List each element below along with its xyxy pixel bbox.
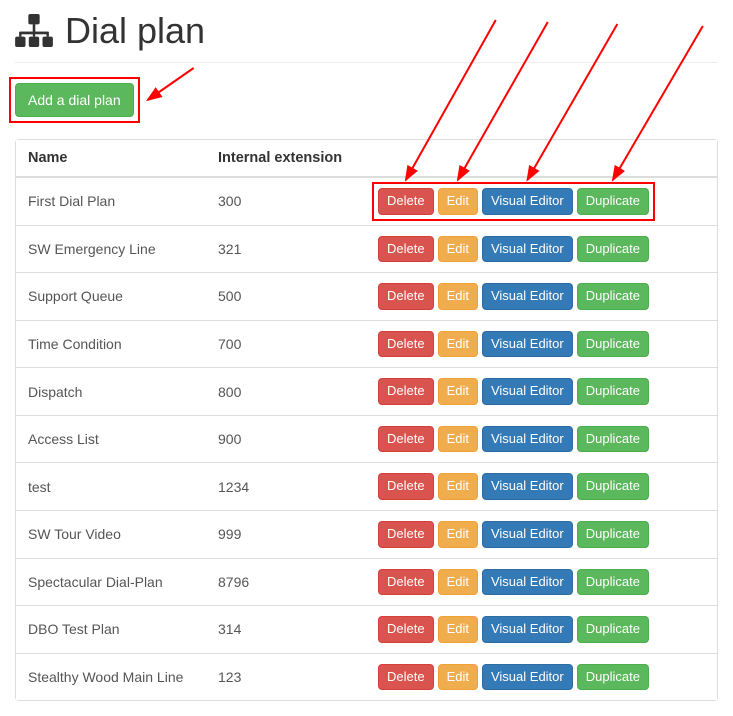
delete-button[interactable]: Delete <box>378 188 434 215</box>
cell-name: Time Condition <box>16 320 206 368</box>
cell-name: First Dial Plan <box>16 177 206 225</box>
cell-ext: 700 <box>206 320 366 368</box>
table-row: Time Condition700DeleteEditVisual Editor… <box>16 320 717 368</box>
edit-button[interactable]: Edit <box>438 426 478 453</box>
duplicate-button[interactable]: Duplicate <box>577 473 649 500</box>
table-row: SW Tour Video999DeleteEditVisual EditorD… <box>16 510 717 558</box>
duplicate-button[interactable]: Duplicate <box>577 331 649 358</box>
edit-button[interactable]: Edit <box>438 664 478 691</box>
table-row: Support Queue500DeleteEditVisual EditorD… <box>16 273 717 321</box>
delete-button[interactable]: Delete <box>378 473 434 500</box>
cell-actions: DeleteEditVisual EditorDuplicate <box>366 368 717 416</box>
cell-ext: 314 <box>206 606 366 654</box>
cell-actions: DeleteEditVisual EditorDuplicate <box>366 463 717 511</box>
visual-editor-button[interactable]: Visual Editor <box>482 521 573 548</box>
delete-button[interactable]: Delete <box>378 378 434 405</box>
cell-actions: DeleteEditVisual EditorDuplicate <box>366 273 717 321</box>
duplicate-button[interactable]: Duplicate <box>577 236 649 263</box>
table-row: First Dial Plan300DeleteEditVisual Edito… <box>16 177 717 225</box>
delete-button[interactable]: Delete <box>378 331 434 358</box>
cell-name: Spectacular Dial-Plan <box>16 558 206 606</box>
visual-editor-button[interactable]: Visual Editor <box>482 616 573 643</box>
cell-actions: DeleteEditVisual EditorDuplicate <box>366 510 717 558</box>
visual-editor-button[interactable]: Visual Editor <box>482 283 573 310</box>
visual-editor-button[interactable]: Visual Editor <box>482 331 573 358</box>
duplicate-button[interactable]: Duplicate <box>577 569 649 596</box>
table-row: SW Emergency Line321DeleteEditVisual Edi… <box>16 225 717 273</box>
visual-editor-button[interactable]: Visual Editor <box>482 426 573 453</box>
cell-name: DBO Test Plan <box>16 606 206 654</box>
add-dial-plan-button[interactable]: Add a dial plan <box>15 83 134 117</box>
cell-ext: 321 <box>206 225 366 273</box>
edit-button[interactable]: Edit <box>438 473 478 500</box>
visual-editor-button[interactable]: Visual Editor <box>482 569 573 596</box>
delete-button[interactable]: Delete <box>378 283 434 310</box>
edit-button[interactable]: Edit <box>438 521 478 548</box>
duplicate-button[interactable]: Duplicate <box>577 378 649 405</box>
edit-button[interactable]: Edit <box>438 378 478 405</box>
visual-editor-button[interactable]: Visual Editor <box>482 188 573 215</box>
duplicate-button[interactable]: Duplicate <box>577 664 649 691</box>
edit-button[interactable]: Edit <box>438 616 478 643</box>
visual-editor-button[interactable]: Visual Editor <box>482 664 573 691</box>
cell-ext: 999 <box>206 510 366 558</box>
duplicate-button[interactable]: Duplicate <box>577 188 649 215</box>
cell-actions: DeleteEditVisual EditorDuplicate <box>366 606 717 654</box>
cell-ext: 500 <box>206 273 366 321</box>
cell-ext: 8796 <box>206 558 366 606</box>
cell-actions: DeleteEditVisual EditorDuplicate <box>366 558 717 606</box>
duplicate-button[interactable]: Duplicate <box>577 283 649 310</box>
visual-editor-button[interactable]: Visual Editor <box>482 236 573 263</box>
table-row: Access List900DeleteEditVisual EditorDup… <box>16 415 717 463</box>
cell-name: Support Queue <box>16 273 206 321</box>
dial-plan-table: Name Internal extension First Dial Plan3… <box>16 140 717 700</box>
page-header: Dial plan <box>15 0 718 63</box>
dial-plan-table-panel: Name Internal extension First Dial Plan3… <box>15 139 718 701</box>
edit-button[interactable]: Edit <box>438 236 478 263</box>
cell-name: Dispatch <box>16 368 206 416</box>
edit-button[interactable]: Edit <box>438 283 478 310</box>
column-header-actions <box>366 140 717 177</box>
visual-editor-button[interactable]: Visual Editor <box>482 473 573 500</box>
cell-actions: DeleteEditVisual EditorDuplicate <box>366 653 717 700</box>
cell-name: Stealthy Wood Main Line <box>16 653 206 700</box>
edit-button[interactable]: Edit <box>438 331 478 358</box>
toolbar: Add a dial plan <box>15 83 718 117</box>
column-header-ext: Internal extension <box>206 140 366 177</box>
cell-actions: DeleteEditVisual EditorDuplicate <box>366 320 717 368</box>
duplicate-button[interactable]: Duplicate <box>577 521 649 548</box>
table-row: test1234DeleteEditVisual EditorDuplicate <box>16 463 717 511</box>
delete-button[interactable]: Delete <box>378 236 434 263</box>
table-row: DBO Test Plan314DeleteEditVisual EditorD… <box>16 606 717 654</box>
cell-name: Access List <box>16 415 206 463</box>
cell-actions: DeleteEditVisual EditorDuplicate <box>366 177 717 225</box>
delete-button[interactable]: Delete <box>378 521 434 548</box>
cell-name: SW Tour Video <box>16 510 206 558</box>
table-row: Stealthy Wood Main Line123DeleteEditVisu… <box>16 653 717 700</box>
edit-button[interactable]: Edit <box>438 188 478 215</box>
delete-button[interactable]: Delete <box>378 664 434 691</box>
table-row: Spectacular Dial-Plan8796DeleteEditVisua… <box>16 558 717 606</box>
table-row: Dispatch800DeleteEditVisual EditorDuplic… <box>16 368 717 416</box>
cell-ext: 1234 <box>206 463 366 511</box>
visual-editor-button[interactable]: Visual Editor <box>482 378 573 405</box>
sitemap-icon <box>15 14 53 48</box>
cell-ext: 900 <box>206 415 366 463</box>
cell-actions: DeleteEditVisual EditorDuplicate <box>366 225 717 273</box>
cell-ext: 800 <box>206 368 366 416</box>
cell-actions: DeleteEditVisual EditorDuplicate <box>366 415 717 463</box>
duplicate-button[interactable]: Duplicate <box>577 616 649 643</box>
edit-button[interactable]: Edit <box>438 569 478 596</box>
cell-name: SW Emergency Line <box>16 225 206 273</box>
delete-button[interactable]: Delete <box>378 616 434 643</box>
duplicate-button[interactable]: Duplicate <box>577 426 649 453</box>
cell-name: test <box>16 463 206 511</box>
page-title: Dial plan <box>65 10 205 52</box>
cell-ext: 123 <box>206 653 366 700</box>
cell-ext: 300 <box>206 177 366 225</box>
column-header-name: Name <box>16 140 206 177</box>
delete-button[interactable]: Delete <box>378 569 434 596</box>
delete-button[interactable]: Delete <box>378 426 434 453</box>
